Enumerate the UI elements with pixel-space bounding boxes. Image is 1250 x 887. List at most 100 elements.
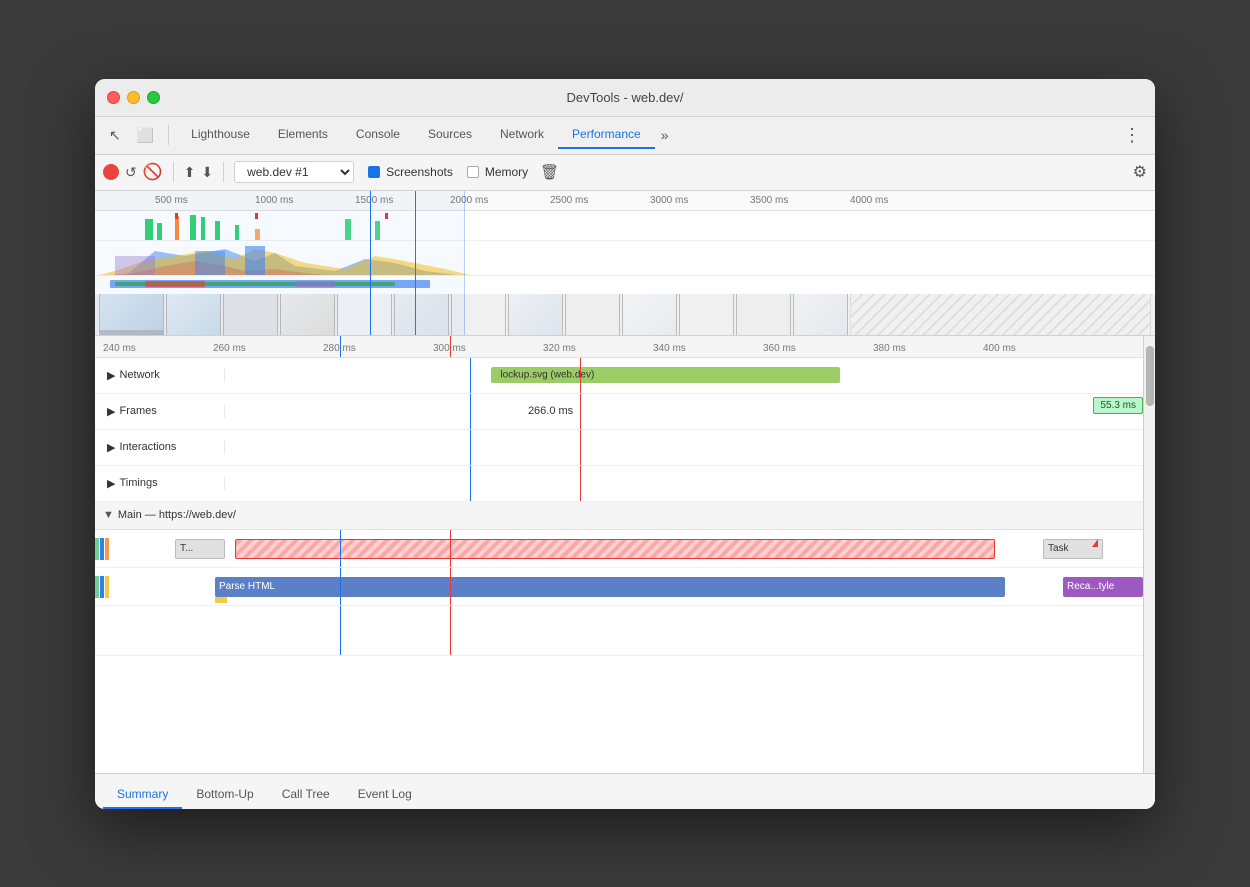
download-button[interactable]: ⬇: [201, 164, 213, 181]
parse-html-row: Parse HTML Reca...tyle: [95, 568, 1143, 606]
screenshots-label[interactable]: Screenshots: [386, 165, 453, 179]
tab-bottom-up[interactable]: Bottom-Up: [182, 781, 267, 809]
ruler-tick-380: 380 ms: [873, 343, 906, 354]
timings-row: ▶ Timings: [95, 466, 1143, 502]
upload-button[interactable]: ⬆: [184, 164, 196, 181]
timeline-scrollbar[interactable]: [1143, 336, 1155, 773]
tab-event-log[interactable]: Event Log: [344, 781, 426, 809]
timeline-rows[interactable]: ▶ Network lockup.svg (web.dev): [95, 358, 1143, 773]
reload-button[interactable]: ↺: [125, 164, 137, 181]
interactions-toggle-icon: ▶: [107, 441, 115, 454]
timings-row-content: [225, 466, 1143, 501]
clear-button[interactable]: 🗑: [540, 163, 559, 181]
ph-red-line: [450, 568, 451, 605]
long-task-bar[interactable]: [235, 539, 995, 559]
bottom-tabs: Summary Bottom-Up Call Tree Event Log: [95, 773, 1155, 809]
overview-panel: 500 ms 1000 ms 1500 ms 2000 ms 2500 ms 3…: [95, 191, 1155, 336]
network-row: ▶ Network lockup.svg (web.dev): [95, 358, 1143, 394]
maximize-button[interactable]: [147, 91, 160, 104]
memory-checkbox[interactable]: [467, 166, 479, 178]
task-red-line: [450, 530, 451, 567]
toolbar-divider-1: [168, 125, 169, 145]
main-thread-label: Main — https://web.dev/: [118, 509, 236, 521]
tab-network[interactable]: Network: [486, 121, 558, 149]
close-button[interactable]: [107, 91, 120, 104]
ph-strip-2: [100, 576, 104, 598]
ruler-tick-260: 260 ms: [213, 343, 246, 354]
inspect-tool-button[interactable]: ↖: [103, 123, 127, 148]
stop-button[interactable]: 🚫: [143, 162, 163, 182]
frames-badge: 55.3 ms: [1093, 397, 1143, 414]
more-tabs-button[interactable]: »: [655, 123, 675, 147]
task-short-label[interactable]: T...: [175, 539, 225, 559]
tab-bar: ↖ ⬜ Lighthouse Elements Console Sources …: [95, 117, 1155, 155]
interactions-red-line: [580, 430, 581, 465]
task-row: T... Task: [95, 530, 1143, 568]
task-short-text: T...: [180, 543, 193, 554]
ruler-tick-320: 320 ms: [543, 343, 576, 354]
tab-lighthouse[interactable]: Lighthouse: [177, 121, 264, 149]
interactions-blue-line: [470, 430, 471, 465]
main-thread-header[interactable]: ▼ Main — https://web.dev/: [95, 502, 1143, 530]
memory-label[interactable]: Memory: [485, 165, 528, 179]
tab-performance[interactable]: Performance: [558, 121, 655, 149]
tabs-container: Lighthouse Elements Console Sources Netw…: [177, 121, 1113, 149]
screenshot-thumb-12: [793, 294, 848, 335]
empty-row-1: [95, 606, 1143, 656]
frames-toggle-icon: ▶: [107, 405, 115, 418]
tick-4000: 4000 ms: [850, 195, 888, 206]
screenshot-thumb-5: [394, 294, 449, 335]
frames-red-line: [580, 394, 581, 429]
record-bar: ↺ 🚫 ⬆ ⬇ web.dev #1 Screenshots Memory 🗑 …: [95, 155, 1155, 191]
device-toolbar-button[interactable]: ⬜: [131, 123, 160, 148]
screenshot-thumb-0: [99, 294, 164, 335]
tick-500: 500 ms: [155, 195, 188, 206]
timings-row-label[interactable]: ▶ Timings: [95, 477, 225, 490]
devtools-menu-button[interactable]: ⋮: [1117, 121, 1147, 150]
tick-2000: 2000 ms: [450, 195, 488, 206]
record-button[interactable]: [103, 164, 119, 180]
devtools-window: DevTools - web.dev/ ↖ ⬜ Lighthouse Eleme…: [95, 79, 1155, 809]
scrollbar-thumb[interactable]: [1146, 346, 1154, 406]
ruler-tick-360: 360 ms: [763, 343, 796, 354]
er1-blue-line: [340, 606, 341, 655]
recalc-style-bar[interactable]: Reca...tyle: [1063, 577, 1143, 597]
screenshot-thumb-10: [679, 294, 734, 335]
settings-button[interactable]: ⚙: [1133, 162, 1147, 182]
ruler-tick-340: 340 ms: [653, 343, 686, 354]
minimize-button[interactable]: [127, 91, 140, 104]
fps-row: [95, 211, 1155, 241]
screenshot-thumb-4: [337, 294, 392, 335]
screenshot-thumb-11: [736, 294, 791, 335]
timeline-ruler: 240 ms 260 ms 280 ms 300 ms 320 ms 340 m…: [95, 336, 1143, 358]
ruler-tick-240: 240 ms: [103, 343, 136, 354]
url-selector[interactable]: web.dev #1: [234, 161, 354, 183]
cpu-row: [95, 241, 1155, 276]
screenshot-thumb-9: [622, 294, 677, 335]
timings-blue-line: [470, 466, 471, 501]
small-block-3: [105, 538, 109, 560]
ruler-tick-400: 400 ms: [983, 343, 1016, 354]
inactive-region: [850, 294, 1151, 335]
tab-sources[interactable]: Sources: [414, 121, 486, 149]
interactions-row-content: [225, 430, 1143, 465]
traffic-lights: [107, 91, 160, 104]
record-divider-2: [223, 162, 224, 182]
tab-summary[interactable]: Summary: [103, 781, 182, 809]
timings-row-text: Timings: [119, 477, 157, 489]
timings-toggle-icon: ▶: [107, 477, 115, 490]
screenshot-thumb-1: [166, 294, 221, 335]
tick-1000: 1000 ms: [255, 195, 293, 206]
tab-console[interactable]: Console: [342, 121, 414, 149]
lockup-svg-bar[interactable]: [491, 367, 840, 383]
blue-marker-line: [370, 191, 371, 335]
frames-blue-line: [470, 394, 471, 429]
network-row-text: Network: [119, 369, 159, 381]
tab-call-tree[interactable]: Call Tree: [268, 781, 344, 809]
parse-html-bar[interactable]: Parse HTML: [215, 577, 1005, 597]
network-row-label[interactable]: ▶ Network: [95, 369, 225, 382]
task-blue-line: [340, 530, 341, 567]
tab-elements[interactable]: Elements: [264, 121, 342, 149]
frames-row-label[interactable]: ▶ Frames: [95, 405, 225, 418]
interactions-row-label[interactable]: ▶ Interactions: [95, 441, 225, 454]
